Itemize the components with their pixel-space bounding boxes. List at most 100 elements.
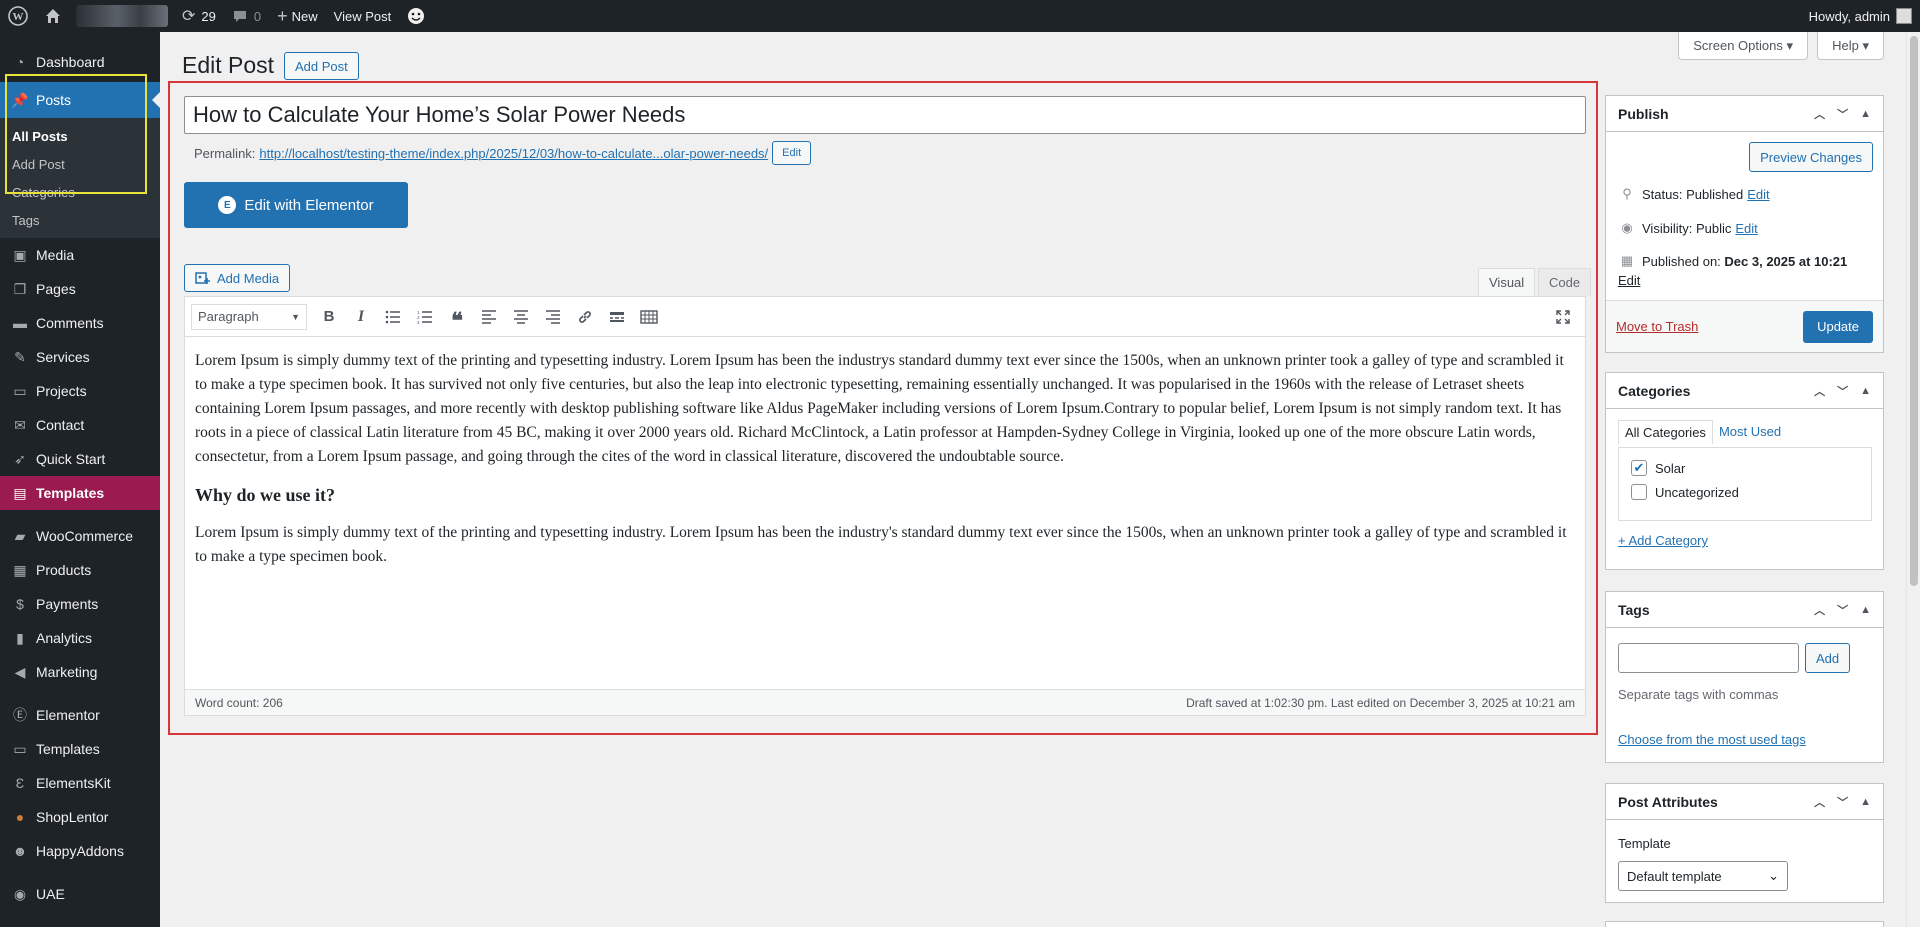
chevron-up-icon[interactable]: ︿ [1814, 383, 1825, 399]
tag-input[interactable] [1618, 643, 1799, 673]
checkbox-checked[interactable]: ✔ [1631, 460, 1647, 476]
permalink-link[interactable]: http://localhost/testing-theme/index.php… [259, 146, 768, 161]
sidebar-item-templates[interactable]: ▭ Templates [0, 732, 160, 766]
chevron-up-icon[interactable]: ︿ [1814, 794, 1825, 810]
add-media-button[interactable]: Add Media [184, 264, 291, 292]
numbered-list-icon[interactable]: 123 [409, 302, 441, 332]
checkbox-unchecked[interactable] [1631, 484, 1647, 500]
tab-most-used[interactable]: Most Used [1713, 420, 1787, 444]
format-select[interactable]: Paragraph ▼ [191, 303, 307, 330]
submenu-add-post[interactable]: Add Post [0, 150, 160, 178]
chevron-down-icon[interactable]: ﹀ [1837, 602, 1848, 618]
sidebar-item-templates-active[interactable]: ▤ Templates [0, 476, 160, 510]
dollar-icon: $ [16, 596, 24, 612]
tab-all-categories[interactable]: All Categories [1618, 420, 1713, 444]
status-edit-link[interactable]: Edit [1747, 187, 1769, 202]
move-to-trash-link[interactable]: Move to Trash [1616, 319, 1698, 334]
chevron-down-icon[interactable]: ﹀ [1837, 794, 1848, 810]
tab-code[interactable]: Code [1538, 268, 1592, 296]
sidebar-item-comments[interactable]: ▬ Comments [0, 306, 160, 340]
home-icon[interactable] [36, 0, 70, 32]
visibility-edit-link[interactable]: Edit [1735, 221, 1757, 236]
add-post-button[interactable]: Add Post [284, 52, 359, 80]
smiley-icon[interactable] [399, 0, 433, 32]
collapse-arrow-icon[interactable]: ▲ [1860, 602, 1871, 618]
sidebar-item-elementor[interactable]: Ⓔ Elementor [0, 698, 160, 732]
site-name-blurred[interactable] [76, 5, 168, 27]
updates-button[interactable]: ⟳ 29 [174, 0, 224, 32]
admin-bar: W ⟳ 29 0 + New View Post Howdy, admin [0, 0, 1920, 32]
scrollbar[interactable] [1906, 32, 1920, 927]
link-icon[interactable] [569, 302, 601, 332]
wordpress-logo-icon[interactable]: W [0, 0, 36, 32]
submenu-all-posts[interactable]: All Posts [0, 122, 160, 150]
align-right-icon[interactable] [537, 302, 569, 332]
chevron-down-icon[interactable]: ﹀ [1837, 106, 1848, 122]
editor-status-bar: Word count: 206 Draft saved at 1:02:30 p… [185, 689, 1585, 715]
comments-button[interactable]: 0 [224, 0, 269, 32]
submenu-tags[interactable]: Tags [0, 206, 160, 234]
fullscreen-icon[interactable] [1547, 302, 1579, 332]
bullet-list-icon[interactable] [377, 302, 409, 332]
content-paragraph: Lorem Ipsum is simply dummy text of the … [195, 352, 1564, 465]
collapse-arrow-icon[interactable]: ▲ [1860, 383, 1871, 399]
sidebar-item-analytics[interactable]: ▮ Analytics [0, 621, 160, 655]
template-select[interactable]: Default template ⌄ [1618, 861, 1788, 891]
categories-title: Categories [1618, 382, 1691, 399]
sidebar-item-uae[interactable]: ◉ UAE [0, 877, 160, 911]
chevron-down-icon[interactable]: ﹀ [1837, 383, 1848, 399]
sidebar-item-posts[interactable]: 📌 Posts [0, 82, 160, 118]
scrollbar-thumb[interactable] [1910, 36, 1918, 586]
chevron-up-icon[interactable]: ︿ [1814, 106, 1825, 122]
view-post-link[interactable]: View Post [326, 0, 400, 32]
sidebar-item-services[interactable]: ✎ Services [0, 340, 160, 374]
category-item[interactable]: Uncategorized [1631, 480, 1859, 504]
tab-visual[interactable]: Visual [1478, 268, 1536, 296]
permalink-edit-button[interactable]: Edit [772, 141, 812, 165]
sidebar-item-elementskit[interactable]: Ɛ ElementsKit [0, 766, 160, 800]
chevron-up-icon[interactable]: ︿ [1814, 602, 1825, 618]
account-menu[interactable]: Howdy, admin [1809, 8, 1920, 24]
screen-options-button[interactable]: Screen Options ▾ [1678, 32, 1808, 60]
sidebar-item-media[interactable]: ▣ Media [0, 238, 160, 272]
sidebar-item-happyaddons[interactable]: ☻ HappyAddons [0, 834, 160, 868]
bold-icon[interactable]: B [313, 302, 345, 332]
editor-content[interactable]: Lorem Ipsum is simply dummy text of the … [185, 337, 1585, 595]
sidebar-item-dashboard[interactable]: ◔ Dashboard [0, 42, 160, 82]
edit-with-elementor-button[interactable]: E Edit with Elementor [184, 182, 408, 228]
sidebar-item-marketing[interactable]: ◀ Marketing [0, 655, 160, 689]
read-more-icon[interactable] [601, 302, 633, 332]
media-icon: ▣ [13, 246, 27, 263]
italic-icon[interactable]: I [345, 302, 377, 332]
align-center-icon[interactable] [505, 302, 537, 332]
collapse-arrow-icon[interactable]: ▲ [1860, 794, 1871, 810]
align-left-icon[interactable] [473, 302, 505, 332]
help-button[interactable]: Help ▾ [1817, 32, 1884, 60]
blockquote-icon[interactable]: ❝ [441, 302, 473, 332]
sidebar-item-pages[interactable]: ❐ Pages [0, 272, 160, 306]
folder-icon: ▭ [13, 382, 27, 399]
published-on-edit-link[interactable]: Edit [1618, 273, 1640, 288]
sidebar-item-contact[interactable]: ✉ Contact [0, 408, 160, 442]
sidebar-item-projects[interactable]: ▭ Projects [0, 374, 160, 408]
category-item[interactable]: ✔ Solar [1631, 456, 1859, 480]
add-tag-button[interactable]: Add [1805, 643, 1851, 673]
update-button[interactable]: Update [1803, 310, 1873, 343]
sidebar-item-woocommerce[interactable]: ▰ WooCommerce [0, 519, 160, 553]
sidebar-item-shoplentor[interactable]: ● ShopLentor [0, 800, 160, 834]
new-content-button[interactable]: + New [269, 0, 326, 32]
sidebar-item-payments[interactable]: $ Payments [0, 587, 160, 621]
most-used-tags-link[interactable]: Choose from the most used tags [1618, 732, 1806, 747]
post-title-input[interactable]: How to Calculate Your Home’s Solar Power… [184, 96, 1586, 134]
sidebar-item-products[interactable]: ▦ Products [0, 553, 160, 587]
preview-changes-button[interactable]: Preview Changes [1749, 142, 1873, 172]
content-editor[interactable]: Paragraph ▼ B I 123 ❝ Lorem Ipsum is sim… [184, 296, 1586, 716]
sidebar-item-quick-start[interactable]: ➶ Quick Start [0, 442, 160, 476]
collapse-arrow-icon[interactable]: ▲ [1860, 106, 1871, 122]
submenu-categories[interactable]: Categories [0, 178, 160, 206]
pages-icon: ❐ [13, 280, 27, 297]
pin-icon: ⚲ [1622, 186, 1632, 201]
toolbar-toggle-icon[interactable] [633, 302, 665, 332]
add-category-link[interactable]: + Add Category [1618, 533, 1708, 548]
sidebar-label: Projects [36, 383, 87, 399]
